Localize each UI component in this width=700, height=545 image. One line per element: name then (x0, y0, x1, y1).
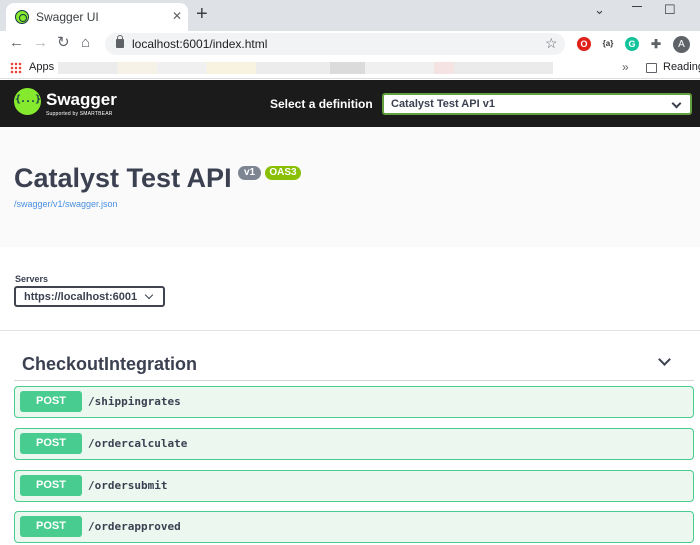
apps-grid-icon[interactable] (10, 62, 22, 74)
swagger-favicon-icon (15, 10, 29, 24)
reading-list-label[interactable]: Reading l (663, 61, 700, 73)
chevron-down-icon (671, 98, 682, 109)
operation-post-ordercalculate[interactable]: POST /ordercalculate (14, 428, 694, 460)
version-badge: v1 (238, 166, 261, 180)
operation-post-orderapproved[interactable]: POST /orderapproved (14, 511, 694, 543)
operation-post-shippingrates[interactable]: POST /shippingrates (14, 386, 694, 418)
lock-icon[interactable] (116, 35, 124, 48)
bookmark-star-icon[interactable]: ☆ (545, 35, 558, 52)
tag-section-header[interactable]: CheckoutIntegration (14, 350, 694, 381)
home-icon[interactable]: ⌂ (81, 34, 90, 52)
browser-toolbar: ← → ↻ ⌂ localhost:6001/index.html ☆ O {a… (0, 31, 700, 57)
method-badge: POST (20, 516, 82, 537)
swagger-brand[interactable]: Swagger (46, 90, 117, 110)
grammarly-icon[interactable]: G (625, 37, 639, 51)
apps-bookmark[interactable]: Apps (29, 61, 54, 73)
browser-tab-strip: Swagger UI ✕ + ⌄ ☐ (0, 0, 700, 31)
profile-avatar[interactable]: A (673, 36, 690, 53)
restore-button[interactable]: ☐ (664, 2, 676, 18)
server-select-value: https://localhost:6001 (24, 291, 138, 303)
extensions-puzzle-icon[interactable]: ✚ (649, 37, 663, 51)
tab-title: Swagger UI (36, 10, 99, 24)
collapse-chevron-icon[interactable] (658, 353, 671, 366)
oas-badge: OAS3 (265, 166, 301, 180)
back-icon[interactable]: ← (9, 34, 24, 52)
browser-tab[interactable]: Swagger UI ✕ (6, 3, 188, 31)
forward-icon[interactable]: → (33, 34, 48, 52)
json-extension-icon[interactable]: {a} (601, 37, 615, 51)
url-text[interactable]: localhost:6001/index.html (132, 37, 267, 51)
operation-path: /ordercalculate (88, 437, 188, 450)
definition-select-value: Catalyst Test API v1 (391, 98, 495, 110)
operation-path: /orderapproved (88, 520, 181, 533)
page-title: Catalyst Test API (14, 163, 232, 193)
section-divider (0, 330, 700, 331)
api-info: Catalyst Test API v1 OAS3 /swagger/v1/sw… (0, 127, 700, 247)
select-definition-label: Select a definition (270, 97, 373, 111)
reload-icon[interactable]: ↻ (57, 34, 70, 52)
tab-close-icon[interactable]: ✕ (172, 9, 182, 23)
tab-search-chevron-icon[interactable]: ⌄ (594, 2, 605, 18)
opera-extension-icon[interactable]: O (577, 37, 591, 51)
spec-json-link[interactable]: /swagger/v1/swagger.json (14, 199, 118, 209)
bookmarks-bar: Apps » Reading l (0, 57, 700, 79)
definition-select[interactable]: Catalyst Test API v1 (382, 93, 692, 115)
blurred-bookmarks (58, 62, 553, 74)
minimize-button[interactable] (632, 6, 642, 7)
swagger-brand-sub: Supported by SMARTBEAR (46, 111, 113, 117)
address-bar[interactable]: localhost:6001/index.html ☆ (105, 33, 565, 55)
servers-label: Servers (15, 274, 49, 284)
more-bookmarks-icon[interactable]: » (622, 60, 629, 74)
method-badge: POST (20, 433, 82, 454)
operation-post-ordersubmit[interactable]: POST /ordersubmit (14, 470, 694, 502)
operation-path: /shippingrates (88, 395, 181, 408)
method-badge: POST (20, 475, 82, 496)
operation-path: /ordersubmit (88, 479, 168, 492)
server-select[interactable]: https://localhost:6001 (14, 286, 165, 307)
chevron-down-icon (144, 290, 154, 300)
swagger-logo-icon[interactable] (14, 88, 41, 115)
reading-list-icon[interactable] (646, 63, 657, 73)
method-badge: POST (20, 391, 82, 412)
new-tab-button[interactable]: + (196, 4, 208, 24)
swagger-topbar: Swagger Supported by SMARTBEAR Select a … (0, 80, 700, 127)
tag-name[interactable]: CheckoutIntegration (22, 354, 197, 375)
